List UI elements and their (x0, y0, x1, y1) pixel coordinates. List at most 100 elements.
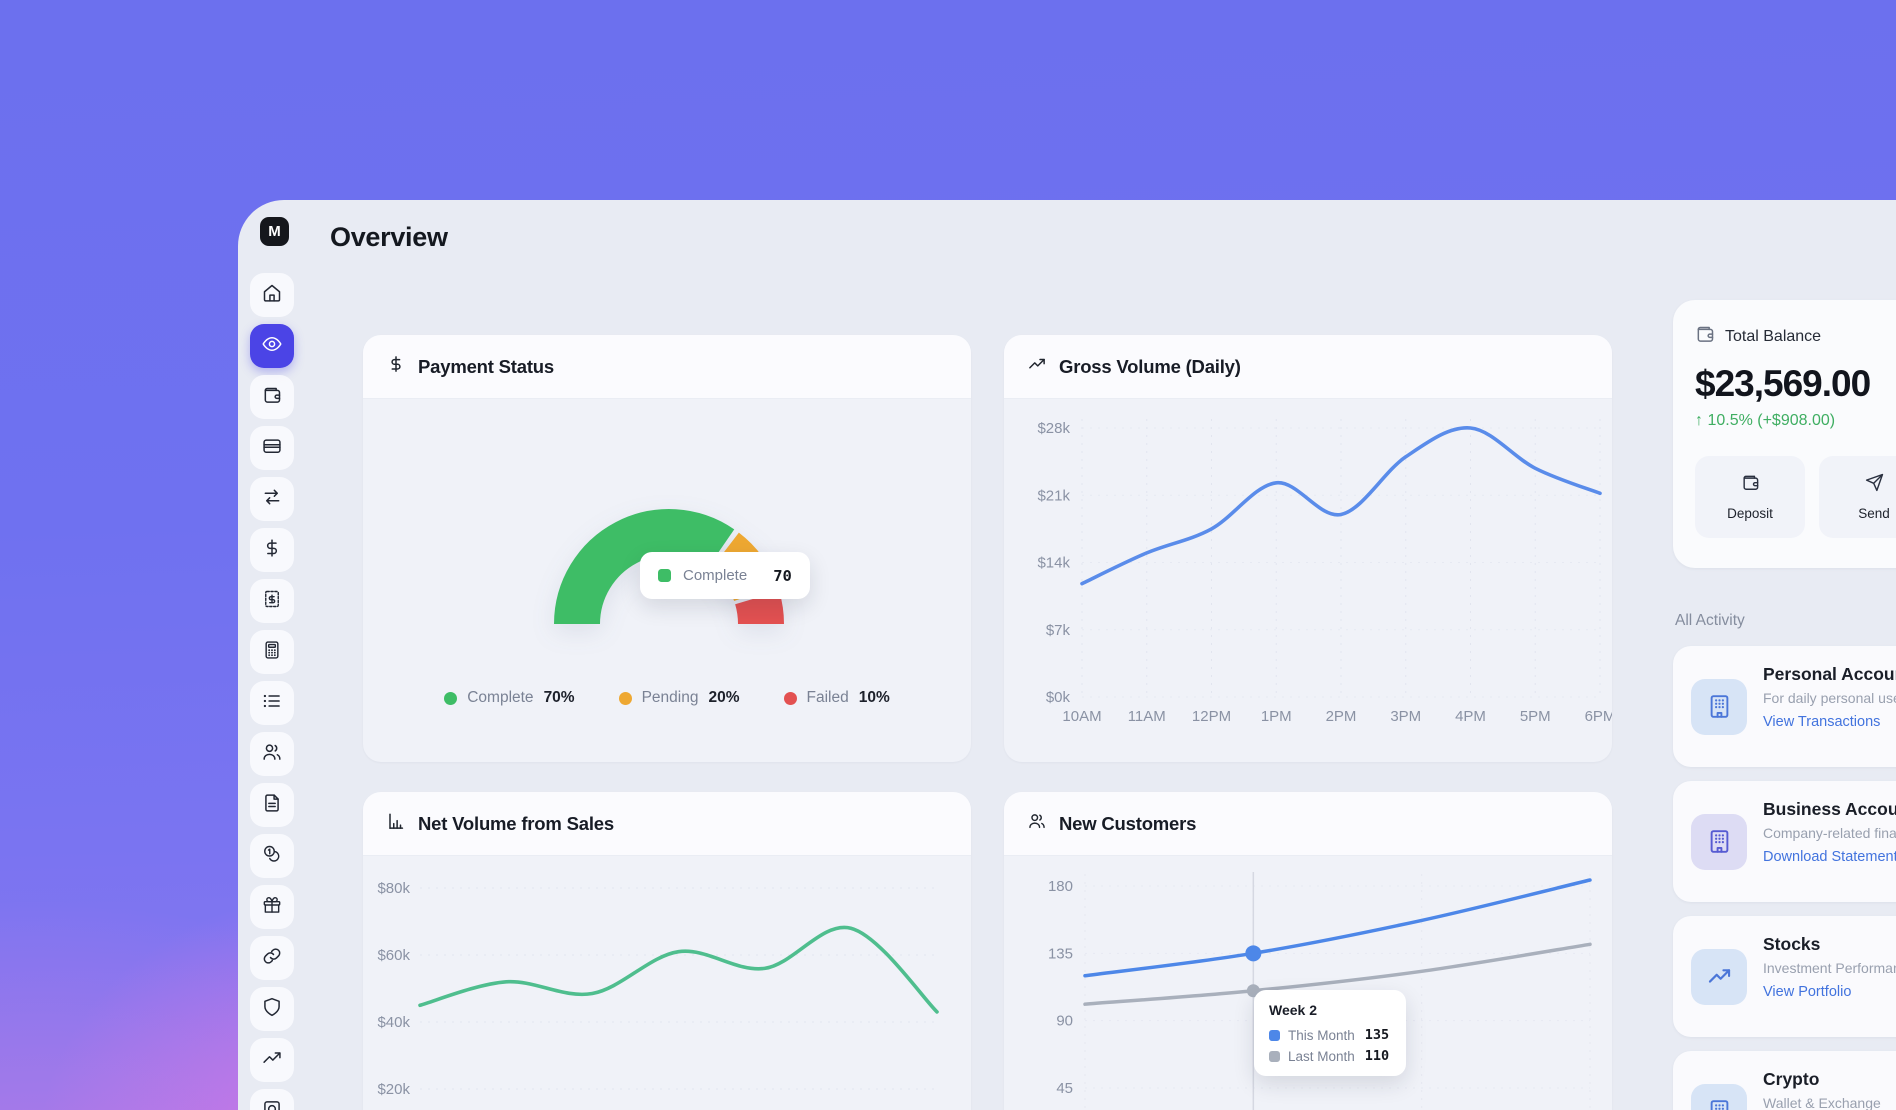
legend-label: Complete (467, 689, 533, 707)
activity-title: Stocks (1763, 934, 1896, 955)
card-title: Payment Status (418, 356, 554, 378)
payment-status-body: Complete 70 Complete 70% Pending 20% (363, 399, 971, 762)
svg-text:$28k: $28k (1037, 420, 1070, 437)
sidebar-item-transfers[interactable] (250, 477, 294, 521)
net-volume-chart[interactable]: $80k $60k $40k $20k (363, 856, 971, 1110)
balance-header: Total Balance (1695, 324, 1896, 349)
dollar-icon (387, 355, 405, 378)
tooltip-label: Complete (683, 567, 747, 584)
payment-status-gauge[interactable] (363, 399, 971, 699)
activity-title: Business Account (1763, 799, 1896, 820)
app-logo[interactable]: M (260, 217, 289, 246)
page-title: Overview (330, 222, 448, 253)
activity-item-crypto: Crypto Wallet & Exchange (1673, 1051, 1896, 1110)
sidebar-item-coins[interactable] (250, 834, 294, 878)
view-portfolio-link[interactable]: View Portfolio (1763, 984, 1896, 1000)
sidebar-item-vault[interactable] (250, 1089, 294, 1110)
svg-text:$40k: $40k (377, 1014, 410, 1031)
coins-icon (262, 844, 282, 869)
payment-status-card: Payment Status Complete 70 Complete 70% (363, 335, 971, 762)
sidebar-item-wallet[interactable] (250, 375, 294, 419)
sidebar (250, 273, 294, 1110)
tooltip-swatch (658, 569, 671, 582)
svg-text:1PM: 1PM (1261, 708, 1292, 725)
svg-text:6PM: 6PM (1585, 708, 1612, 725)
activity-info: Business Account Company-related finance… (1763, 797, 1896, 886)
sidebar-item-customers[interactable] (250, 732, 294, 776)
week-tooltip: Week 2 This Month 135 Last Month 110 (1254, 990, 1406, 1076)
net-volume-header: Net Volume from Sales (363, 792, 971, 856)
tooltip-value: 70 (773, 567, 792, 585)
gross-volume-chart[interactable]: 10AM11AM12PM1PM2PM3PM4PM5PM6PM$0k$7k$14k… (1004, 399, 1612, 762)
balance-delta: ↑ 10.5% (+$908.00) (1695, 412, 1896, 430)
sidebar-item-performance[interactable] (250, 1038, 294, 1082)
sidebar-item-overview[interactable] (250, 324, 294, 368)
send-icon (1865, 473, 1884, 497)
legend-value: 20% (708, 689, 739, 707)
home-icon (262, 283, 282, 308)
svg-text:4PM: 4PM (1455, 708, 1486, 725)
bar-chart-icon (387, 812, 405, 835)
svg-text:$60k: $60k (377, 947, 410, 964)
card-title: New Customers (1059, 813, 1196, 835)
svg-text:3PM: 3PM (1390, 708, 1421, 725)
deposit-button[interactable]: Deposit (1695, 456, 1805, 538)
svg-text:180: 180 (1048, 878, 1073, 895)
desktop-background: { "app": { "logo_letter": "M", "page_tit… (0, 0, 1896, 1110)
view-transactions-link[interactable]: View Transactions (1763, 714, 1896, 730)
link-icon (262, 946, 282, 971)
activity-item-business-account: Business Account Company-related finance… (1673, 781, 1896, 902)
svg-text:135: 135 (1048, 945, 1073, 962)
balance-amount: $23,569.00 (1695, 363, 1896, 405)
svg-text:11AM: 11AM (1128, 708, 1166, 725)
net-volume-card: Net Volume from Sales $80k $60k $40k $20k (363, 792, 971, 1110)
sidebar-item-calculator[interactable] (250, 630, 294, 674)
all-activity-heading: All Activity (1675, 612, 1896, 630)
document-icon (262, 793, 282, 818)
gross-volume-body: 10AM11AM12PM1PM2PM3PM4PM5PM6PM$0k$7k$14k… (1004, 399, 1612, 762)
send-button[interactable]: Send (1819, 456, 1896, 538)
sidebar-item-security[interactable] (250, 987, 294, 1031)
gauge-tooltip: Complete 70 (640, 552, 810, 599)
sidebar-item-links[interactable] (250, 936, 294, 980)
svg-text:2PM: 2PM (1326, 708, 1357, 725)
tooltip-value: 135 (1365, 1027, 1389, 1043)
sidebar-item-payments[interactable] (250, 528, 294, 572)
activity-title: Personal Account (1763, 664, 1896, 685)
wallet-icon (1741, 473, 1760, 497)
trending-up-icon (262, 1048, 282, 1073)
legend-value: 10% (859, 689, 890, 707)
legend-dot (444, 692, 457, 705)
sidebar-item-home[interactable] (250, 273, 294, 317)
tooltip-row-this-month: This Month 135 (1269, 1027, 1391, 1043)
svg-text:$20k: $20k (377, 1081, 410, 1098)
tooltip-row-last-month: Last Month 110 (1269, 1048, 1391, 1064)
gauge-legend: Complete 70% Pending 20% Failed 10% (363, 689, 971, 707)
sidebar-item-rewards[interactable] (250, 885, 294, 929)
building-icon (1691, 1084, 1747, 1110)
new-customers-body: 1801359045 Week 2 This Month 135 Last Mo… (1004, 856, 1612, 1110)
sidebar-item-documents[interactable] (250, 783, 294, 827)
card-title: Gross Volume (Daily) (1059, 356, 1241, 378)
right-panel: Total Balance $23,569.00 ↑ 10.5% (+$908.… (1673, 300, 1896, 1110)
svg-text:$80k: $80k (377, 880, 410, 897)
legend-item-complete: Complete 70% (444, 689, 574, 707)
legend-label: Failed (807, 689, 849, 707)
eye-icon (262, 334, 282, 359)
activity-title: Crypto (1763, 1069, 1881, 1090)
svg-text:$0k: $0k (1046, 689, 1071, 706)
deposit-label: Deposit (1727, 506, 1773, 521)
tooltip-value: 110 (1365, 1048, 1389, 1064)
gross-volume-card: Gross Volume (Daily) 10AM11AM12PM1PM2PM3… (1004, 335, 1612, 762)
gift-icon (262, 895, 282, 920)
vault-icon (262, 1099, 282, 1110)
users-icon (262, 742, 282, 767)
balance-label: Total Balance (1725, 328, 1821, 346)
dashboard-grid: Payment Status Complete 70 Complete 70% (363, 335, 1612, 1110)
activity-info: Crypto Wallet & Exchange (1763, 1067, 1881, 1110)
download-statement-link[interactable]: Download Statement (1763, 849, 1896, 865)
send-label: Send (1858, 506, 1890, 521)
sidebar-item-invoices[interactable] (250, 579, 294, 623)
sidebar-item-lists[interactable] (250, 681, 294, 725)
sidebar-item-cards[interactable] (250, 426, 294, 470)
